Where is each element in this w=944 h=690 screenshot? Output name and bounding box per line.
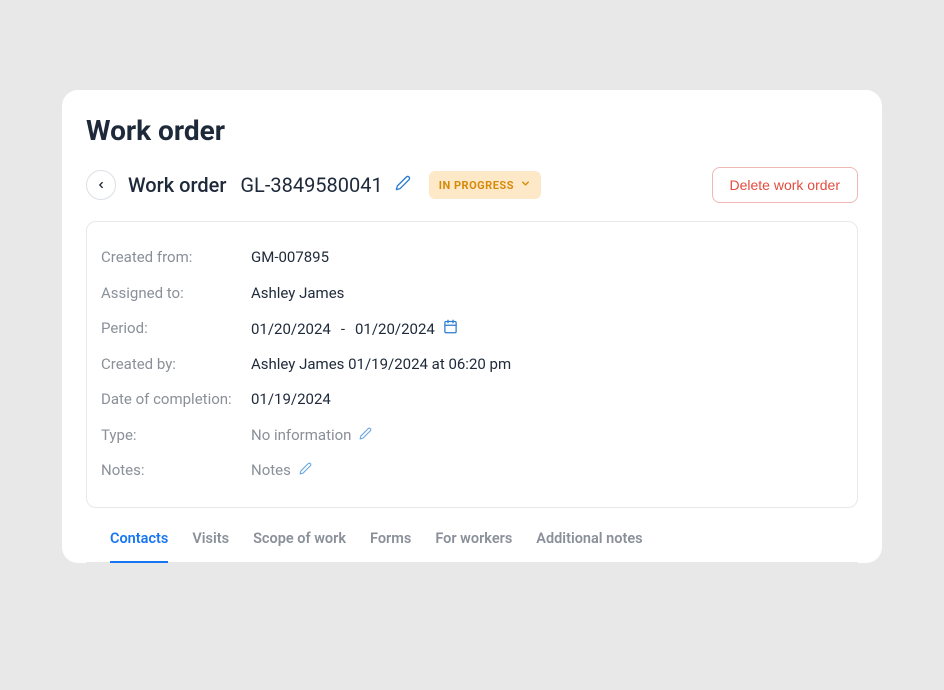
detail-label: Type: <box>101 426 251 446</box>
pencil-icon <box>299 461 312 479</box>
work-order-label: Work order <box>128 173 226 197</box>
detail-row-date-of-completion: Date of completion: 01/19/2024 <box>101 382 843 418</box>
detail-row-type: Type: No information <box>101 418 843 454</box>
edit-number-button[interactable] <box>395 175 411 195</box>
detail-label: Date of completion: <box>101 390 251 410</box>
detail-value: No information <box>251 426 372 444</box>
detail-label: Created from: <box>101 248 251 268</box>
tab-contacts[interactable]: Contacts <box>110 530 168 563</box>
period-end: 01/20/2024 <box>355 320 435 338</box>
notes-text: Notes <box>251 461 291 479</box>
tab-scope-of-work[interactable]: Scope of work <box>253 530 346 563</box>
detail-value: Notes <box>251 461 312 479</box>
tab-additional-notes[interactable]: Additional notes <box>536 530 642 563</box>
detail-value: GM-007895 <box>251 248 329 266</box>
detail-label: Created by: <box>101 355 251 375</box>
work-order-card: Work order Work order GL-3849580041 IN P… <box>62 90 882 563</box>
detail-label: Assigned to: <box>101 284 251 304</box>
edit-period-button[interactable] <box>443 319 458 338</box>
chevron-left-icon <box>96 178 106 193</box>
chevron-down-icon <box>520 178 531 192</box>
calendar-icon <box>443 319 458 338</box>
details-box: Created from: GM-007895 Assigned to: Ash… <box>86 221 858 508</box>
status-text: IN PROGRESS <box>439 179 514 192</box>
pencil-icon <box>359 426 372 444</box>
detail-row-period: Period: 01/20/2024 - 01/20/2024 <box>101 311 843 347</box>
detail-value: Ashley James 01/19/2024 at 06:20 pm <box>251 355 511 373</box>
edit-notes-button[interactable] <box>299 461 312 479</box>
detail-value: 01/19/2024 <box>251 390 331 408</box>
status-badge[interactable]: IN PROGRESS <box>429 171 541 199</box>
detail-label: Notes: <box>101 461 251 481</box>
back-button[interactable] <box>86 170 116 200</box>
pencil-icon <box>395 175 411 195</box>
edit-type-button[interactable] <box>359 426 372 444</box>
tab-for-workers[interactable]: For workers <box>435 530 512 563</box>
detail-row-created-by: Created by: Ashley James 01/19/2024 at 0… <box>101 347 843 383</box>
tab-forms[interactable]: Forms <box>370 530 411 563</box>
period-start: 01/20/2024 <box>251 320 331 338</box>
detail-value: Ashley James <box>251 284 344 302</box>
type-text: No information <box>251 426 351 444</box>
header-row: Work order GL-3849580041 IN PROGRESS Del… <box>62 167 882 221</box>
detail-row-assigned-to: Assigned to: Ashley James <box>101 276 843 312</box>
tab-visits[interactable]: Visits <box>192 530 229 563</box>
page-title: Work order <box>62 114 882 167</box>
detail-row-notes: Notes: Notes <box>101 453 843 489</box>
work-order-number: GL-3849580041 <box>240 173 382 197</box>
tabs: Contacts Visits Scope of work Forms For … <box>86 508 858 563</box>
detail-value: 01/20/2024 - 01/20/2024 <box>251 319 458 338</box>
delete-work-order-button[interactable]: Delete work order <box>712 167 859 203</box>
detail-label: Period: <box>101 319 251 339</box>
period-separator: - <box>341 320 345 338</box>
detail-row-created-from: Created from: GM-007895 <box>101 240 843 276</box>
